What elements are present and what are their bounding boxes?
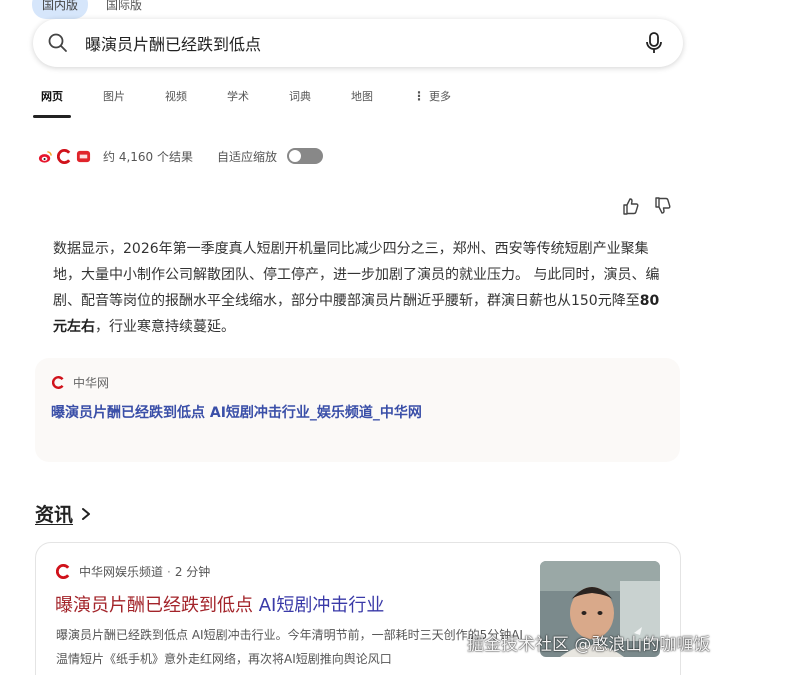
thumbs-up-icon[interactable] (621, 196, 641, 216)
adaptive-zoom-label: 自适应缩放 (216, 149, 277, 164)
adaptive-zoom-toggle[interactable] (287, 148, 323, 164)
tab-images[interactable]: 图片 (103, 88, 125, 118)
news-site-logo-icon[interactable] (76, 149, 91, 164)
tab-more[interactable]: ⋮ 更多 (413, 88, 451, 118)
source-link[interactable]: 曝演员片酬已经跌到低点 AI短剧冲击行业_娱乐频道_中华网 (51, 402, 422, 422)
result-count: 约 4,160 个结果 (103, 149, 193, 164)
weibo-logo-icon[interactable] (38, 149, 53, 164)
watermark: 掘金技术社区 @憨浪山的咖喱饭 (467, 635, 711, 655)
news-time: 2 分钟 (174, 565, 211, 579)
thumbs-down-icon[interactable] (653, 196, 673, 216)
result-stats: 约 4,160 个结果 自适应缩放 (38, 146, 323, 166)
search-box (33, 19, 683, 67)
tab-academic[interactable]: 学术 (227, 88, 249, 118)
chevron-right-icon (82, 507, 91, 520)
answer-source-card[interactable]: 中华网 曝演员片酬已经跌到低点 AI短剧冲击行业_娱乐频道_中华网 (35, 358, 680, 462)
tab-more-label: 更多 (429, 90, 451, 103)
region-tabs: 国内版 国际版 (32, 0, 152, 19)
tab-videos[interactable]: 视频 (165, 88, 187, 118)
tab-web[interactable]: 网页 (33, 88, 71, 118)
news-heading-label: 资讯 (35, 504, 74, 526)
news-section-heading[interactable]: 资讯 (35, 500, 93, 527)
meta-separator: · (167, 564, 171, 579)
china-com-logo-icon (56, 564, 70, 579)
region-tab-international[interactable]: 国际版 (96, 0, 152, 19)
search-nav-tabs: 网页 图片 视频 学术 词典 地图 ⋮ 更多 (33, 88, 491, 118)
news-snippet: 曝演员片酬已经跌到低点 AI短剧冲击行业。今年清明节前，一部耗时三天创作的5分钟… (56, 628, 523, 666)
source-header: 中华网 (52, 374, 109, 391)
news-site-name: 中华网娱乐频道 (79, 565, 164, 579)
ai-answer-text: 数据显示，2026年第一季度真人短剧开机量同比减少四分之三，郑州、西安等传统短剧… (53, 236, 665, 340)
tab-dictionary[interactable]: 词典 (289, 88, 311, 118)
search-icon[interactable] (47, 32, 69, 54)
tab-maps[interactable]: 地图 (351, 88, 373, 118)
news-headline-link[interactable]: 曝演员片酬已经跌到低点 AI短剧冲击行业 (55, 591, 384, 617)
news-card[interactable]: 中华网娱乐频道 · 2 分钟 曝演员片酬已经跌到低点 AI短剧冲击行业 曝演员片… (35, 542, 681, 675)
news-meta: 中华网娱乐频道 · 2 分钟 (56, 563, 210, 580)
region-tab-domestic[interactable]: 国内版 (32, 0, 89, 19)
source-site-name: 中华网 (73, 376, 110, 390)
toggle-knob (289, 150, 301, 162)
answer-text-part2: ，行业寒意持续蔓延。 (95, 319, 235, 335)
search-input[interactable] (85, 31, 625, 55)
answer-feedback (621, 196, 673, 216)
china-com-logo-icon[interactable] (57, 148, 72, 164)
more-dots-icon: ⋮ (413, 89, 425, 103)
china-com-logo-icon (52, 376, 64, 389)
answer-text-part1: 数据显示，2026年第一季度真人短剧开机量同比减少四分之三，郑州、西安等传统短剧… (53, 241, 660, 309)
news-headline-part1: 曝演员片酬已经跌到低点 (55, 595, 259, 616)
microphone-icon[interactable] (643, 31, 665, 55)
news-headline-part2: AI短剧冲击行业 (258, 595, 385, 616)
